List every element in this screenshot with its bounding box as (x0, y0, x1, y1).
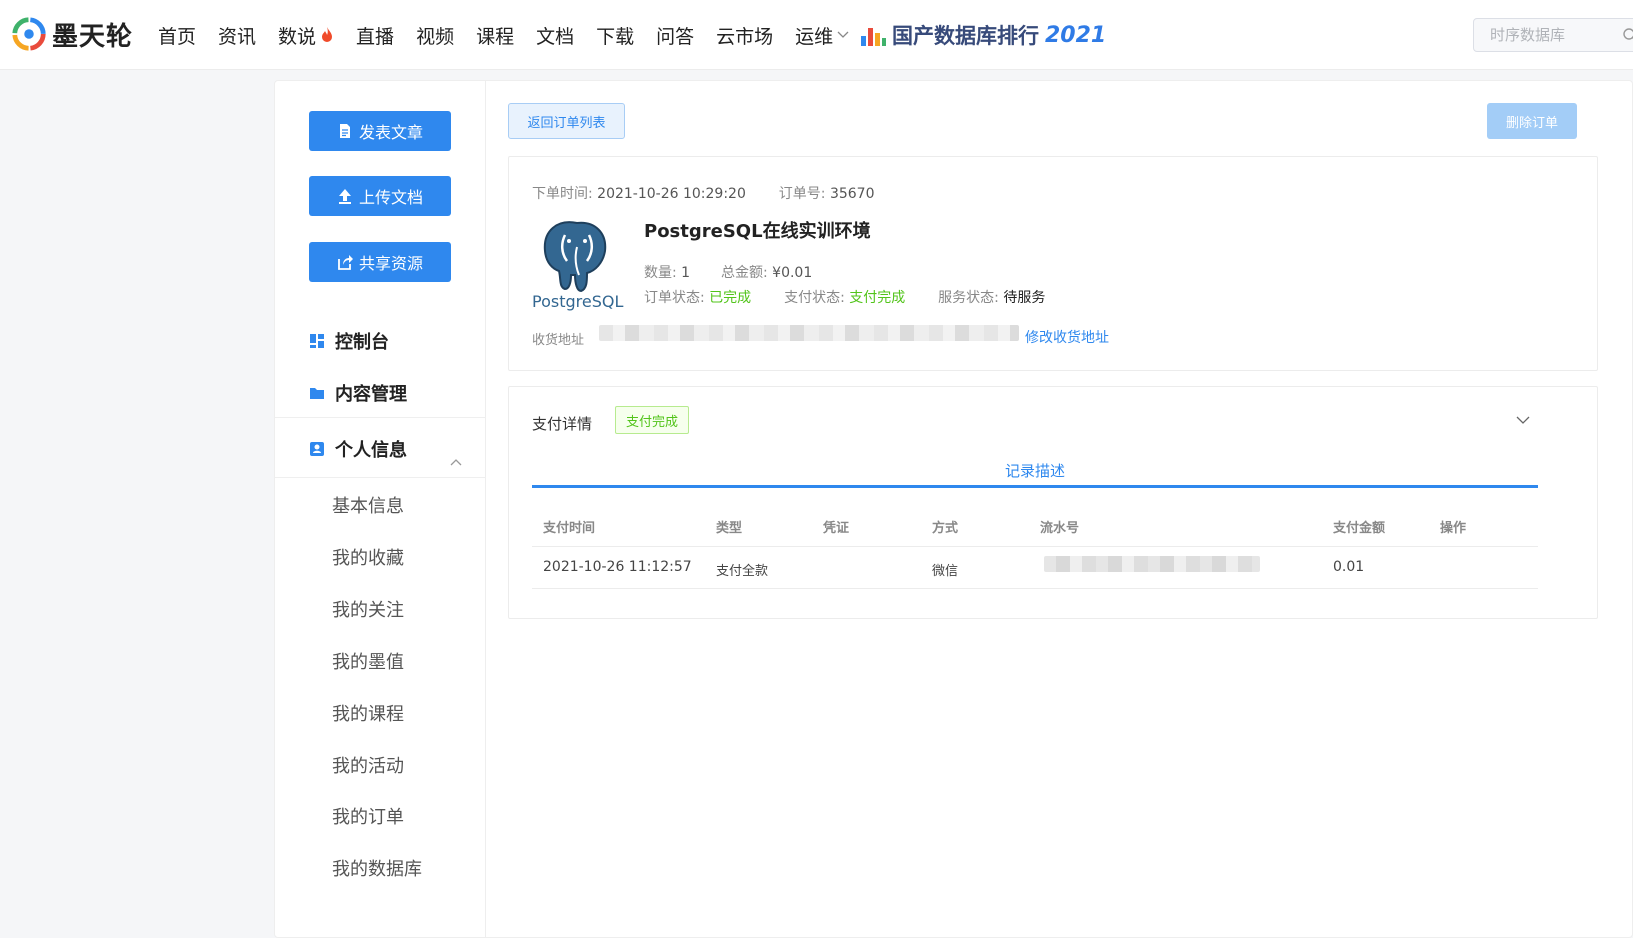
order-time-label: 下单时间: (532, 186, 593, 202)
sidebar-section-content[interactable]: 内容管理 (309, 380, 407, 406)
delete-order-button[interactable]: 删除订单 (1487, 103, 1577, 139)
nav-item-video[interactable]: 视频 (416, 22, 454, 49)
order-no: 35670 (829, 186, 875, 202)
order-amount-row: 数量: 1 总金额: ¥0.01 (644, 265, 813, 281)
sidebar-item-orders[interactable]: 我的订单 (332, 803, 404, 829)
folder-icon (310, 388, 324, 399)
tab-active-underline (532, 485, 1538, 488)
column-header: 支付金额 (1333, 521, 1386, 536)
order-status: 已完成 (709, 290, 752, 306)
column-header: 类型 (716, 521, 743, 536)
main-nav: 首页 资讯 数说 直播 视频 课程 文档 下载 问答 云市场 运维 (158, 0, 871, 70)
address-redacted (599, 325, 1019, 341)
nav-item-home[interactable]: 首页 (158, 22, 196, 49)
sidebar-divider (275, 417, 486, 418)
payment-status-badge: 支付完成 (615, 406, 689, 434)
user-card-icon (310, 442, 324, 456)
pay-status: 支付完成 (849, 290, 906, 306)
bar-chart-icon (861, 28, 886, 46)
chevron-up-icon[interactable] (450, 458, 462, 466)
nav-item-shuoshuo[interactable]: 数说 (278, 22, 334, 49)
nav-item-cloud-market[interactable]: 云市场 (716, 22, 773, 49)
product-logo-caption: PostgreSQL (532, 292, 624, 311)
serial-number-redacted (1044, 556, 1260, 572)
chevron-down-icon[interactable] (1516, 415, 1530, 425)
nav-item-qa[interactable]: 问答 (656, 22, 694, 49)
back-to-orders-button[interactable]: 返回订单列表 (508, 103, 625, 139)
search-box (1473, 18, 1633, 52)
payment-detail-panel: 支付详情 支付完成 记录描述 支付时间 类型 凭证 方式 流水号 支付金额 操作… (508, 386, 1598, 619)
payment-table-header: 支付时间 类型 凭证 方式 流水号 支付金额 操作 (532, 499, 1538, 547)
nav-item-ops[interactable]: 运维 (795, 22, 849, 49)
sidebar-item-following[interactable]: 我的关注 (332, 596, 404, 622)
chevron-down-icon (837, 31, 849, 38)
sidebar-section-console[interactable]: 控制台 (309, 328, 389, 354)
upload-icon (338, 189, 351, 204)
order-meta: 下单时间: 2021-10-26 10:29:20 订单号: 35670 (532, 183, 875, 203)
site-logo[interactable]: 墨天轮 (10, 14, 133, 54)
nav-item-download[interactable]: 下载 (596, 22, 634, 49)
sidebar-item-favorites[interactable]: 我的收藏 (332, 544, 404, 570)
top-navigation: 墨天轮 首页 资讯 数说 直播 视频 课程 文档 下载 问答 云市场 运维 国产… (0, 0, 1633, 70)
address-label: 收货地址 (532, 333, 585, 348)
upload-document-button[interactable]: 上传文档 (309, 176, 451, 216)
sidebar-item-mo-value[interactable]: 我的墨值 (332, 648, 404, 674)
hot-flame-icon (322, 27, 333, 42)
site-name: 墨天轮 (52, 21, 134, 52)
table-row: 2021-10-26 11:12:57 支付全款 微信 0.01 (532, 547, 1538, 589)
product-title: PostgreSQL在线实训环境 (644, 221, 871, 242)
sidebar-divider (275, 477, 486, 478)
sidebar-item-courses[interactable]: 我的课程 (332, 700, 404, 726)
column-header: 流水号 (1040, 521, 1080, 536)
ranking-year: 2021 (1045, 22, 1107, 48)
nav-item-news[interactable]: 资讯 (218, 22, 256, 49)
db-ranking-banner[interactable]: 国产数据库排行 2021 (860, 18, 1106, 52)
edit-address-link[interactable]: 修改收货地址 (1025, 327, 1109, 347)
nav-item-docs[interactable]: 文档 (536, 22, 574, 49)
search-input[interactable] (1474, 19, 1614, 51)
search-icon[interactable] (1622, 27, 1633, 43)
sidebar-item-databases[interactable]: 我的数据库 (332, 855, 422, 881)
nav-item-course[interactable]: 课程 (476, 22, 514, 49)
order-no-label: 订单号: (778, 186, 826, 202)
sidebar-item-basic-info[interactable]: 基本信息 (332, 492, 404, 518)
main-card: 发表文章 上传文档 共享资源 控制台 内容管理 个人信息 基本信息 我的收藏 我… (274, 80, 1633, 938)
share-icon (338, 255, 353, 270)
document-icon (339, 124, 350, 138)
sidebar: 发表文章 上传文档 共享资源 控制台 内容管理 个人信息 基本信息 我的收藏 我… (275, 81, 486, 938)
logo-icon (12, 17, 46, 51)
column-header: 凭证 (823, 521, 850, 536)
sidebar-item-activities[interactable]: 我的活动 (332, 752, 404, 778)
dashboard-icon (310, 334, 324, 348)
payment-amount: 0.01 (1333, 559, 1365, 575)
sidebar-section-profile[interactable]: 个人信息 (309, 436, 407, 462)
column-header: 操作 (1440, 521, 1467, 536)
payment-time: 2021-10-26 11:12:57 (543, 559, 692, 575)
quantity-value: 1 (681, 265, 691, 281)
payment-type: 支付全款 (716, 564, 769, 579)
total-amount: ¥0.01 (772, 265, 813, 281)
payment-title: 支付详情 (532, 415, 593, 433)
column-header: 方式 (932, 521, 959, 536)
payment-method: 微信 (932, 564, 959, 579)
order-status-row: 订单状态: 已完成 支付状态: 支付完成 服务状态: 待服务 (644, 290, 1046, 306)
ranking-label: 国产数据库排行 (892, 24, 1039, 48)
order-info-panel: 下单时间: 2021-10-26 10:29:20 订单号: 35670 Pos… (508, 156, 1598, 371)
service-status: 待服务 (1003, 290, 1046, 306)
nav-item-live[interactable]: 直播 (356, 22, 394, 49)
publish-article-button[interactable]: 发表文章 (309, 111, 451, 151)
column-header: 支付时间 (543, 521, 596, 536)
order-time: 2021-10-26 10:29:20 (597, 186, 746, 202)
tab-record-description[interactable]: 记录描述 (532, 460, 1538, 481)
share-resource-button[interactable]: 共享资源 (309, 242, 451, 282)
order-detail-content: 返回订单列表 删除订单 下单时间: 2021-10-26 10:29:20 订单… (487, 81, 1633, 938)
